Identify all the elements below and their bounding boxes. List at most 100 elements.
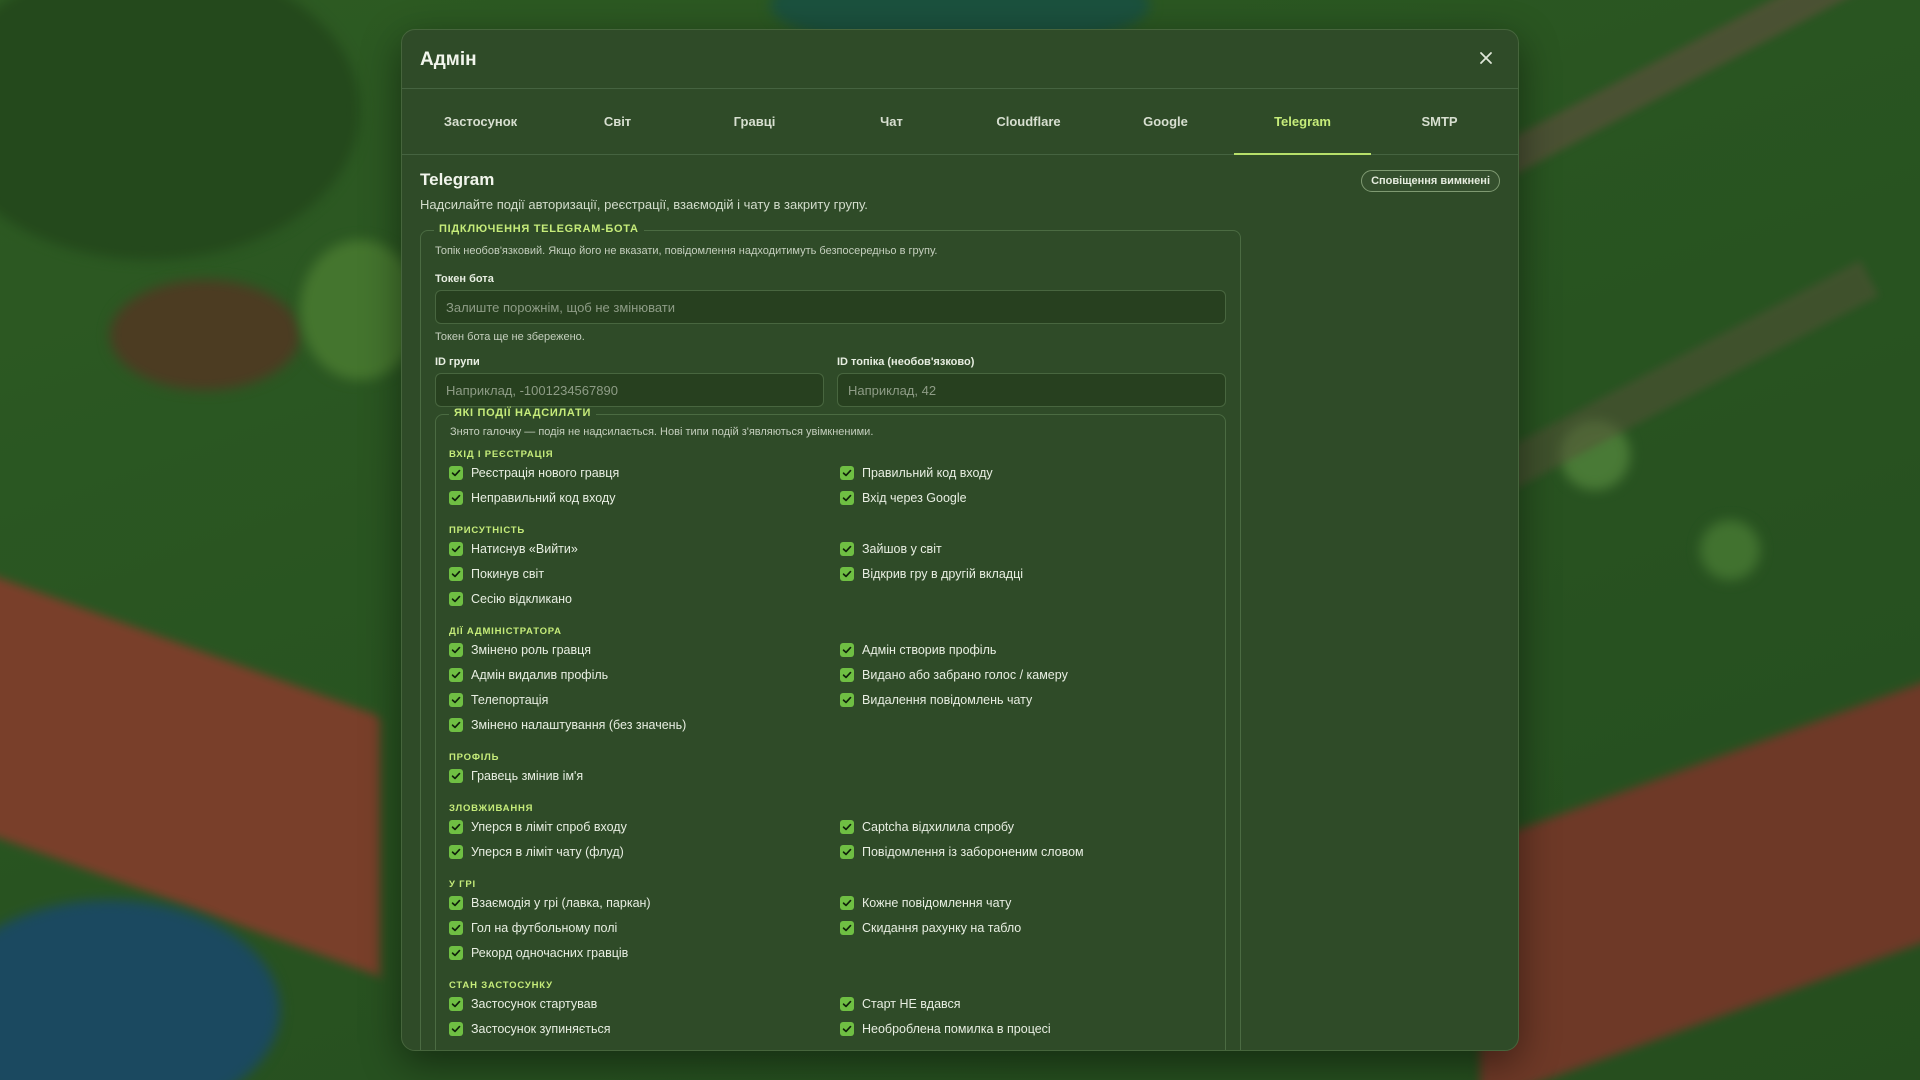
checkbox[interactable] (449, 845, 463, 859)
event-label: Уперся в ліміт чату (флуд) (471, 845, 624, 859)
checkbox[interactable] (449, 820, 463, 834)
checkbox[interactable] (840, 668, 854, 682)
event-group-title: ДІЇ АДМІНІСТРАТОРА (449, 626, 562, 637)
tab-telegram[interactable]: Telegram (1234, 89, 1371, 155)
event-label: Старт НЕ вдався (862, 997, 961, 1011)
event-checkbox-row[interactable]: Взаємодія у грі (лавка, паркан) (449, 896, 651, 910)
bot-connection-fieldset: ПІДКЛЮЧЕННЯ TELEGRAM-БОТА Топік необов'я… (420, 223, 1241, 1050)
checkbox[interactable] (449, 643, 463, 657)
event-label: Видано або забрано голос / камеру (862, 668, 1068, 682)
checkbox[interactable] (449, 466, 463, 480)
event-checkbox-row[interactable]: Неправильний код входу (449, 491, 615, 505)
event-checkbox-row[interactable]: Адмін створив профіль (840, 643, 996, 657)
event-checkbox-row[interactable]: Телепортація (449, 693, 548, 707)
event-label: Кожне повідомлення чату (862, 896, 1012, 910)
checkbox[interactable] (449, 769, 463, 783)
tab-google[interactable]: Google (1097, 89, 1234, 154)
event-checkbox-row[interactable]: Captcha відхилила спробу (840, 820, 1014, 834)
checkbox[interactable] (840, 567, 854, 581)
event-group-title: ПРИСУТНІСТЬ (449, 525, 525, 536)
group-id-input[interactable] (435, 373, 824, 407)
checkbox[interactable] (449, 491, 463, 505)
event-label: Застосунок стартував (471, 997, 598, 1011)
checkbox[interactable] (449, 997, 463, 1011)
event-label: Captcha відхилила спробу (862, 820, 1015, 834)
event-checkbox-row[interactable]: Покинув світ (449, 567, 544, 581)
event-checkbox-row[interactable]: Реєстрація нового гравця (449, 466, 619, 480)
tab-players[interactable]: Гравці (686, 89, 823, 154)
tab-chat[interactable]: Чат (823, 89, 960, 154)
tab-smtp[interactable]: SMTP (1371, 89, 1508, 154)
tab-cloudflare[interactable]: Cloudflare (960, 89, 1097, 154)
notifications-status-badge[interactable]: Сповіщення вимкнені (1361, 170, 1500, 192)
close-icon (1478, 50, 1494, 71)
event-label: Вхід через Google (862, 491, 967, 505)
checkbox[interactable] (449, 693, 463, 707)
event-label: Адмін створив профіль (862, 643, 997, 657)
checkbox[interactable] (840, 820, 854, 834)
checkbox[interactable] (449, 718, 463, 732)
event-checkbox-row[interactable]: Старт НЕ вдався (840, 997, 961, 1011)
event-checkbox-row[interactable]: Змінено налаштування (без значень) (449, 718, 686, 732)
event-checkbox-row[interactable]: Необроблена помилка в процесі (840, 1022, 1051, 1036)
event-checkbox-row[interactable]: Відкрив гру в другій вкладці (840, 567, 1023, 581)
event-checkbox-row[interactable]: Видалення повідомлень чату (840, 693, 1032, 707)
checkbox[interactable] (840, 466, 854, 480)
bot-token-input[interactable] (435, 290, 1226, 324)
bot-token-label: Токен бота (435, 273, 494, 285)
close-button[interactable] (1472, 46, 1500, 74)
event-checkbox-row[interactable]: Застосунок стартував (449, 997, 597, 1011)
topic-id-input[interactable] (837, 373, 1226, 407)
checkbox[interactable] (449, 567, 463, 581)
tab-app[interactable]: Застосунок (412, 89, 549, 154)
checkbox[interactable] (840, 997, 854, 1011)
event-checkbox-row[interactable]: Сесію відкликано (449, 592, 572, 606)
checkbox[interactable] (840, 491, 854, 505)
checkbox[interactable] (840, 896, 854, 910)
event-checkbox-row[interactable]: Правильний код входу (840, 466, 993, 480)
event-checkbox-row[interactable]: Рекорд одночасних гравців (449, 946, 628, 960)
checkbox[interactable] (449, 896, 463, 910)
checkbox[interactable] (840, 921, 854, 935)
event-checkbox-row[interactable]: Натиснув «Вийти» (449, 542, 578, 556)
event-label: Уперся в ліміт спроб входу (471, 820, 627, 834)
checkbox[interactable] (840, 542, 854, 556)
event-checkbox-row[interactable]: Кожне повідомлення чату (840, 896, 1011, 910)
section-description: Надсилайте події авторизації, реєстрації… (420, 197, 868, 212)
checkbox[interactable] (449, 542, 463, 556)
event-label: Видалення повідомлень чату (862, 693, 1033, 707)
event-checkbox-row[interactable]: Уперся в ліміт чату (флуд) (449, 845, 624, 859)
checkbox[interactable] (449, 921, 463, 935)
event-label: Гравець змінив ім'я (471, 769, 584, 783)
bot-token-hint: Токен бота ще не збережено. (435, 331, 585, 343)
modal-title: Адмін (420, 49, 477, 70)
checkbox[interactable] (840, 643, 854, 657)
event-checkbox-row[interactable]: Зайшов у світ (840, 542, 942, 556)
topic-id-label: ID топіка (необов'язково) (837, 356, 975, 368)
group-id-label: ID групи (435, 356, 480, 368)
checkbox[interactable] (840, 845, 854, 859)
checkbox[interactable] (840, 693, 854, 707)
checkbox[interactable] (449, 592, 463, 606)
admin-modal: Адмін Застосунок Світ Гравці Чат Cloudfl… (401, 29, 1519, 1051)
event-checkbox-row[interactable]: Застосунок зупиняється (449, 1022, 610, 1036)
events-legend: ЯКІ ПОДІЇ НАДСИЛАТИ (449, 407, 597, 419)
event-group-title: У ГРІ (449, 879, 476, 890)
event-checkbox-row[interactable]: Змінено роль гравця (449, 643, 591, 657)
event-label: Скидання рахунку на табло (862, 921, 1022, 935)
checkbox[interactable] (449, 1022, 463, 1036)
event-checkbox-row[interactable]: Гравець змінив ім'я (449, 769, 583, 783)
event-group-title: ЗЛОВЖИВАННЯ (449, 803, 534, 814)
checkbox[interactable] (449, 668, 463, 682)
event-checkbox-row[interactable]: Вхід через Google (840, 491, 967, 505)
event-checkbox-row[interactable]: Скидання рахунку на табло (840, 921, 1021, 935)
event-checkbox-row[interactable]: Адмін видалив профіль (449, 668, 608, 682)
event-checkbox-row[interactable]: Видано або забрано голос / камеру (840, 668, 1068, 682)
event-checkbox-row[interactable]: Гол на футбольному полі (449, 921, 617, 935)
event-checkbox-row[interactable]: Повідомлення із забороненим словом (840, 845, 1084, 859)
checkbox[interactable] (840, 1022, 854, 1036)
tab-world[interactable]: Світ (549, 89, 686, 154)
event-checkbox-row[interactable]: Уперся в ліміт спроб входу (449, 820, 627, 834)
event-label: Взаємодія у грі (лавка, паркан) (471, 896, 651, 910)
checkbox[interactable] (449, 946, 463, 960)
